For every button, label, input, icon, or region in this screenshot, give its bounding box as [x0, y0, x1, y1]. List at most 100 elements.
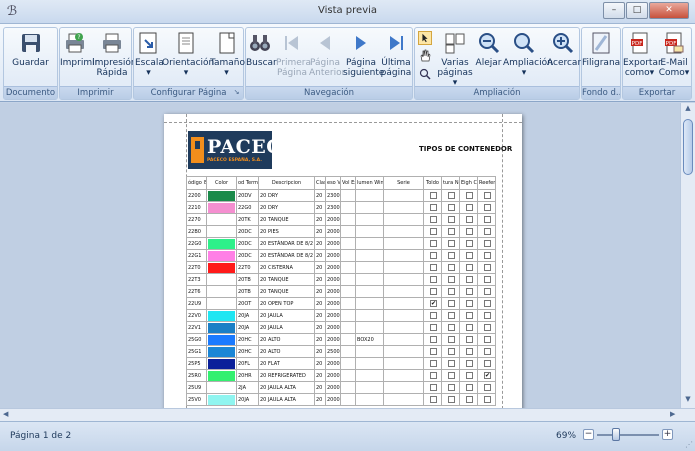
group-exportar: PDF Exportar como▾ PDF E-Mail Como▾ Expo… — [622, 27, 692, 100]
table-row: 22B0 20DC 20 PIES 20 2000 — [186, 225, 496, 238]
report-checkbox — [466, 300, 473, 307]
table-cell: 20 TANQUE — [258, 213, 315, 226]
table-cell — [355, 393, 384, 406]
svg-text:?: ? — [77, 34, 80, 41]
checkbox-cell — [441, 201, 460, 214]
previous-page-button[interactable]: Página Anterior — [309, 31, 345, 87]
zoom-in-button[interactable]: Acercar — [547, 31, 581, 87]
orientation-button[interactable]: Orientación ▾ — [162, 31, 214, 87]
maximize-button[interactable]: □ — [626, 2, 648, 19]
report-checkbox — [448, 384, 455, 391]
horizontal-scrollbar[interactable]: ◀ ▶ — [0, 408, 695, 421]
table-cell — [383, 273, 424, 286]
table-cell: 2000 — [325, 213, 341, 226]
report-checkbox — [430, 240, 437, 247]
size-button[interactable]: Tamaño ▾ — [210, 31, 245, 87]
scroll-right-icon[interactable]: ▶ — [670, 410, 675, 418]
dialog-launcher-icon[interactable]: ↘ — [232, 88, 241, 97]
preview-area[interactable]: PACECO PACECO ESPAÑA, S.A. TIPOS DE CONT… — [0, 103, 680, 408]
table-cell — [355, 189, 384, 202]
color-cell — [206, 249, 237, 262]
search-button[interactable]: Buscar — [246, 31, 277, 87]
table-row: 22V0 20JA 20 JAULA 20 2000 — [186, 309, 496, 322]
table-cell: 22G0 — [186, 237, 207, 250]
color-swatch — [208, 215, 235, 225]
scale-button[interactable]: Escala ▾ — [135, 31, 164, 87]
minimize-button[interactable]: – — [603, 2, 625, 19]
checkbox-cell — [459, 261, 478, 274]
report-checkbox — [484, 216, 491, 223]
zoom-button[interactable]: Ampliación ▾ — [503, 31, 553, 87]
multiple-pages-button[interactable]: Varias páginas ▾ — [437, 31, 473, 88]
table-row: 22G0 20DC 20 ESTÁNDAR DE 8/2 20 2000 — [186, 237, 496, 250]
report-checkbox — [448, 240, 455, 247]
table-cell — [355, 321, 384, 334]
first-page-button[interactable]: Primera Página — [276, 31, 311, 87]
scroll-up-icon[interactable]: ▲ — [681, 104, 695, 116]
color-cell — [206, 285, 237, 298]
zoom-slider-thumb[interactable] — [612, 428, 620, 441]
email-pdf-icon: PDF — [665, 32, 684, 54]
group-imprimir: ? Imprimir Impresión Rápida Imprimir — [59, 27, 137, 100]
scroll-down-icon[interactable]: ▼ — [681, 395, 695, 407]
table-cell — [355, 369, 384, 382]
zoom-out-button[interactable]: Alejar — [475, 31, 502, 87]
table-cell: 20 — [314, 249, 326, 262]
zoom-in-small-button[interactable]: + — [662, 429, 673, 440]
report-checkbox — [448, 288, 455, 295]
next-page-button[interactable]: Página siguiente — [343, 31, 384, 87]
vertical-scrollbar[interactable]: ▲ ▼ — [680, 103, 695, 408]
table-cell: 20FL — [236, 357, 259, 370]
zoom-slider-track[interactable] — [597, 434, 659, 436]
report-checkbox — [466, 192, 473, 199]
column-header: Toldo — [423, 176, 442, 190]
color-swatch — [208, 250, 235, 261]
checkbox-cell — [459, 297, 478, 310]
column-header: Descripcion — [258, 176, 315, 190]
first-page-label: Primera Página — [276, 58, 311, 78]
vertical-scroll-thumb[interactable] — [683, 119, 693, 175]
table-cell: 25U9 — [186, 381, 207, 394]
last-page-button[interactable]: Última página — [380, 31, 412, 87]
report-checkbox — [448, 348, 455, 355]
color-swatch — [208, 275, 235, 285]
table-header-row: ódigo IS Color od Termir Descripcion Cla… — [186, 176, 496, 190]
zoom-out-small-button[interactable]: − — [583, 429, 594, 440]
checkbox-cell — [477, 393, 496, 406]
scroll-left-icon[interactable]: ◀ — [3, 410, 8, 418]
table-cell: 20JA — [236, 321, 259, 334]
table-cell: 2000 — [325, 285, 341, 298]
report-checkbox — [484, 252, 491, 259]
checkbox-cell — [459, 345, 478, 358]
save-button[interactable]: Guardar — [8, 31, 53, 87]
table-cell: 2500 — [325, 345, 341, 358]
magnifier-icon[interactable] — [418, 67, 432, 81]
email-as-button[interactable]: PDF E-Mail Como▾ — [657, 31, 691, 87]
pointer-icon[interactable] — [418, 31, 432, 45]
zoom-out-label: Alejar — [475, 58, 502, 68]
report-checkbox — [430, 312, 437, 319]
table-cell: 20 ESTÁNDAR DE 8/2 — [258, 237, 315, 250]
checkbox-cell — [441, 357, 460, 370]
checkbox-cell — [459, 201, 478, 214]
table-row: 22U9 20OT 20 OPEN TOP 20 2000 ✔ — [186, 297, 496, 310]
hand-icon[interactable] — [418, 49, 432, 63]
resize-grip-icon[interactable]: ⋰ — [685, 440, 693, 449]
close-button[interactable]: ✕ — [649, 2, 689, 19]
report-checkbox — [466, 324, 473, 331]
quick-print-button[interactable]: Impresión Rápida — [92, 31, 137, 87]
column-header: ódigo IS — [186, 176, 207, 190]
print-button[interactable]: ? Imprimir — [60, 31, 98, 87]
chevron-down-icon: ▾ — [183, 68, 189, 78]
binoculars-icon — [250, 35, 270, 51]
table-cell: 20 — [314, 285, 326, 298]
title-bar: ℬ Vista previa – □ ✕ — [0, 0, 695, 24]
report-checkbox — [484, 324, 491, 331]
column-header: Color — [206, 176, 237, 190]
table-cell: 2000 — [325, 369, 341, 382]
report-checkbox — [466, 216, 473, 223]
report-checkbox — [430, 276, 437, 283]
export-button[interactable]: PDF Exportar como▾ — [623, 31, 662, 87]
watermark-button[interactable]: Filigrana — [582, 31, 620, 87]
checkbox-cell — [423, 357, 442, 370]
